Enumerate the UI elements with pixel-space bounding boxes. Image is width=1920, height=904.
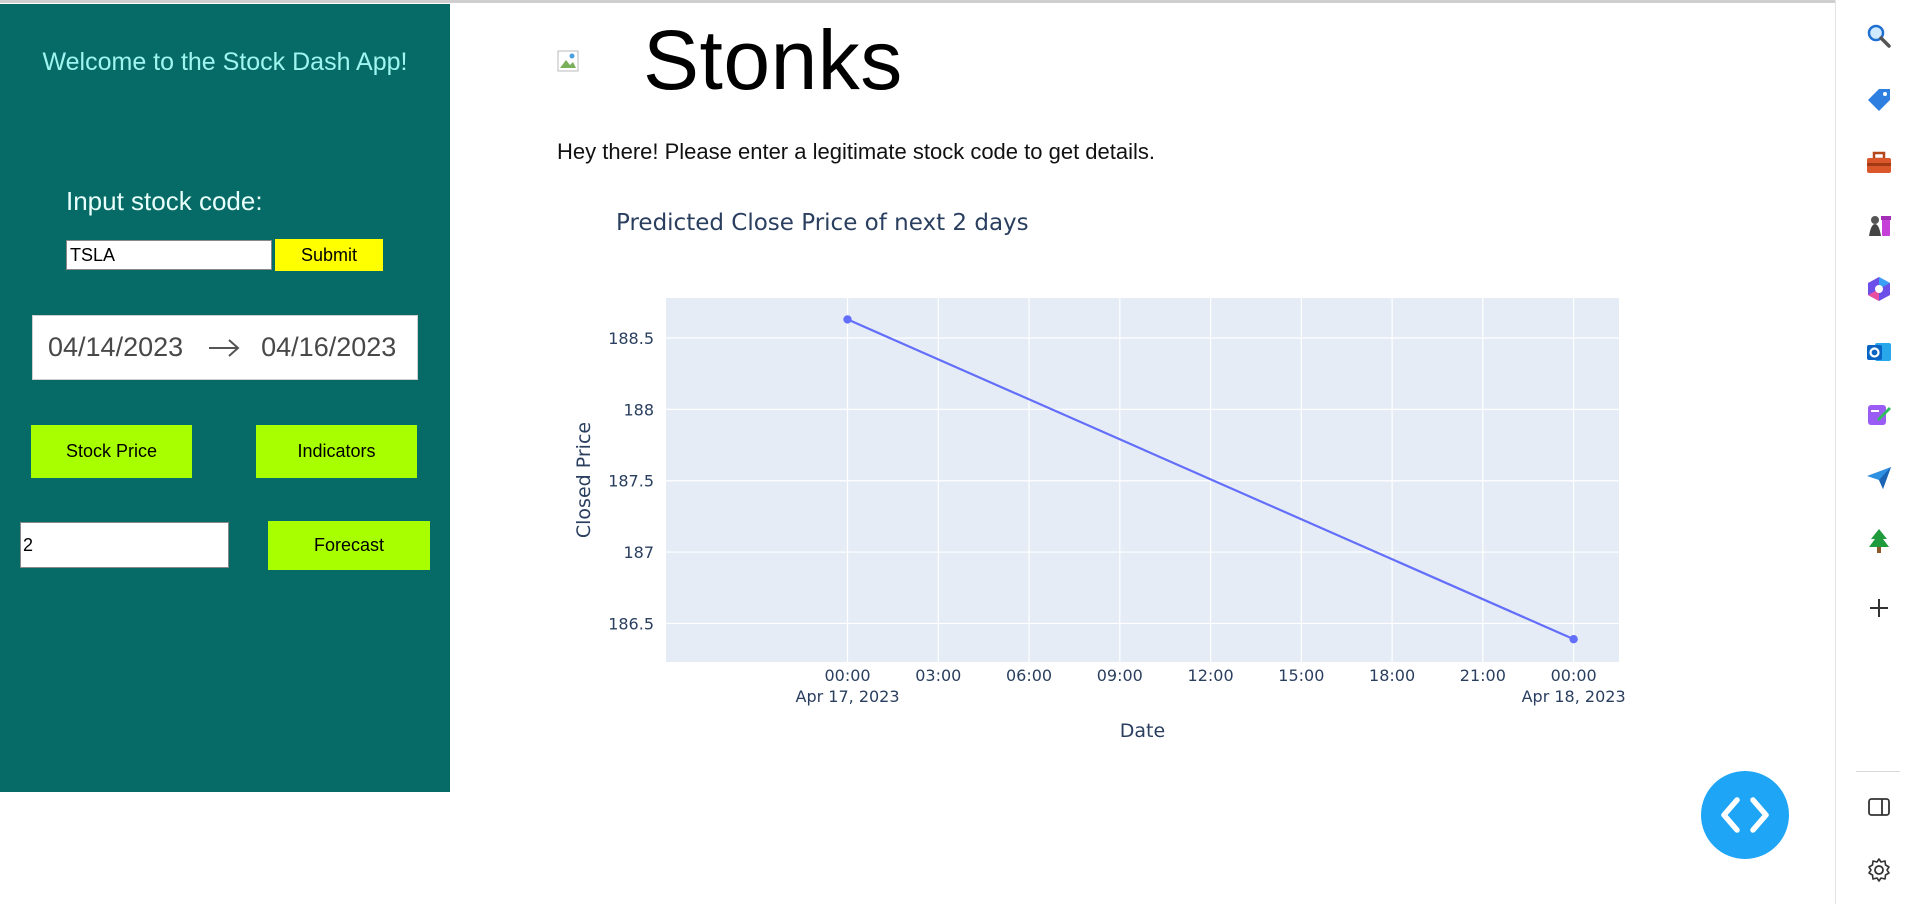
tree-icon[interactable] [1864,526,1894,556]
forecast-button[interactable]: Forecast [268,521,430,570]
submit-button[interactable]: Submit [275,239,383,271]
chess-icon[interactable] [1864,211,1894,241]
end-date[interactable]: 04/16/2023 [261,332,396,363]
welcome-heading: Welcome to the Stock Dash App! [42,48,408,76]
x-tick-label: 00:00 [1551,666,1597,685]
code-icon [1721,797,1769,833]
settings-icon[interactable] [1864,855,1894,885]
search-icon[interactable] [1864,21,1894,51]
stock-code-label: Input stock code: [66,186,263,216]
data-point [1569,634,1578,644]
forecast-days-input[interactable] [20,522,229,568]
toolbox-icon[interactable] [1864,148,1894,178]
page-title: Stonks [643,13,903,107]
send-icon[interactable] [1864,463,1894,493]
arrow-right-icon [209,338,240,357]
chart-title: Predicted Close Price of next 2 days [616,210,1029,236]
x-tick-label: 03:00 [915,666,961,685]
sidebar: Welcome to the Stock Dash App! Input sto… [0,4,450,792]
x-tick-date-label: Apr 18, 2023 [1522,687,1626,706]
copilot-icon[interactable] [1864,274,1894,304]
x-tick-label: 00:00 [824,666,870,685]
y-tick-label: 187.5 [608,472,654,491]
x-tick-label: 06:00 [1006,666,1052,685]
data-point [843,315,852,324]
x-tick-date-label: Apr 17, 2023 [796,687,900,706]
plot-area [666,298,1619,662]
browser-sidebar [1835,0,1920,904]
indicators-button[interactable]: Indicators [256,425,417,478]
x-tick-label: 21:00 [1460,666,1506,685]
sidebar-divider [1856,771,1900,772]
stock-price-button[interactable]: Stock Price [31,425,192,478]
start-date[interactable]: 04/14/2023 [48,332,183,363]
logo-image [557,50,579,72]
top-border [0,0,1836,3]
y-tick-label: 186.5 [608,614,654,633]
date-range-picker[interactable]: 04/14/2023 04/16/2023 [32,315,418,380]
tag-icon[interactable] [1864,85,1894,115]
x-tick-label: 18:00 [1369,666,1415,685]
x-axis-title: Date [1120,720,1165,742]
y-axis-title: Closed Price [573,422,595,538]
y-tick-label: 187 [623,543,654,562]
x-tick-label: 15:00 [1278,666,1324,685]
plus-icon[interactable] [1864,593,1894,623]
x-tick-label: 09:00 [1097,666,1143,685]
sidebar-toggle-icon[interactable] [1864,792,1894,822]
y-tick-label: 188.5 [608,329,654,348]
y-tick-label: 188 [623,400,654,419]
page-description: Hey there! Please enter a legitimate sto… [557,139,1155,164]
x-tick-label: 12:00 [1188,666,1234,685]
stock-code-input[interactable] [66,240,272,270]
designer-icon[interactable] [1864,400,1894,430]
code-toggle-button[interactable] [1701,771,1789,859]
outlook-icon[interactable] [1864,337,1894,367]
